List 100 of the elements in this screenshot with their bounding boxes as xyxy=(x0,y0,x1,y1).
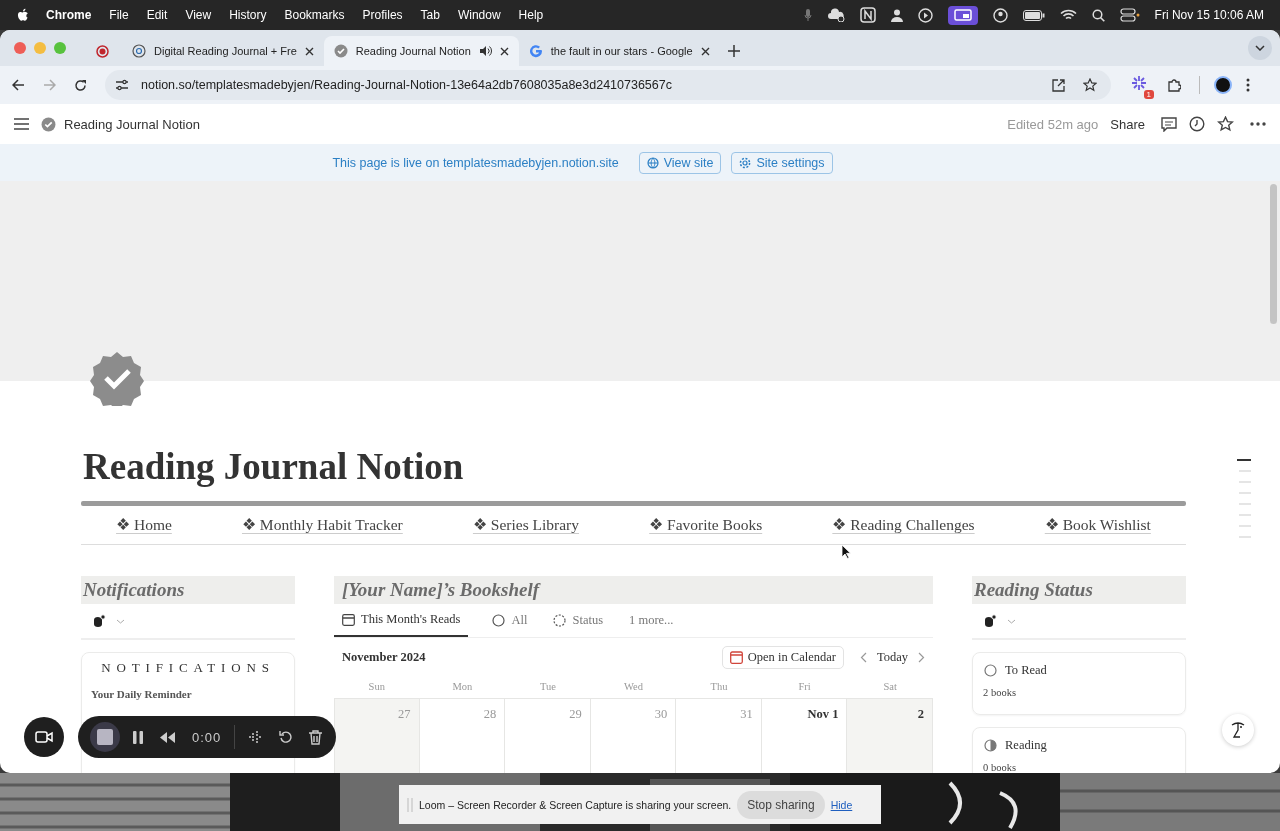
search-icon[interactable] xyxy=(1091,8,1105,22)
close-icon[interactable] xyxy=(499,46,509,56)
more-views-link[interactable]: 1 more... xyxy=(621,604,676,637)
menubar-clock[interactable]: Fri Nov 15 10:06 AM xyxy=(1154,8,1264,22)
profile-avatar[interactable] xyxy=(1214,76,1232,94)
notification-badge: 1 xyxy=(1143,89,1154,99)
view-tab[interactable]: All xyxy=(484,604,530,637)
calendar-day-cell[interactable]: 2 xyxy=(847,698,933,773)
site-info-icon[interactable] xyxy=(115,79,129,91)
scrollbar-thumb[interactable] xyxy=(1270,184,1277,324)
dashed-circle-icon xyxy=(553,614,567,627)
record-icon xyxy=(96,44,109,58)
burst-icon[interactable] xyxy=(1131,74,1147,91)
menu-item[interactable]: View xyxy=(185,8,212,22)
more-icon[interactable] xyxy=(1246,78,1250,92)
app-menu[interactable]: Chrome xyxy=(46,8,92,22)
banner-button[interactable]: Site settings xyxy=(731,151,833,174)
scribble-icon xyxy=(1230,721,1246,739)
page-link[interactable]: ❖ Book Wishlist xyxy=(1044,516,1151,534)
status-card[interactable]: To Read 2 books xyxy=(972,652,1186,715)
blob-icon[interactable] xyxy=(92,614,106,628)
check-badge-icon xyxy=(333,44,348,58)
control-center-icon[interactable] xyxy=(1119,8,1140,22)
menu-item[interactable]: Help xyxy=(518,8,544,22)
clock-icon[interactable] xyxy=(1189,116,1205,132)
battery-icon[interactable] xyxy=(1022,9,1045,21)
blob-icon[interactable] xyxy=(983,614,997,628)
cloud-icon[interactable] xyxy=(826,8,845,22)
view-tab[interactable]: Status xyxy=(545,604,606,637)
stop-sharing-button[interactable]: Stop sharing xyxy=(737,790,825,819)
open-in-calendar-button[interactable]: Open in Calendar xyxy=(721,645,844,669)
rewind-icon[interactable] xyxy=(160,731,175,743)
menu-item[interactable]: Profiles xyxy=(362,8,403,22)
window-controls-drawing[interactable] xyxy=(14,42,66,54)
cursor-icon xyxy=(841,544,851,559)
page-link[interactable]: ❖ Reading Challenges xyxy=(832,516,975,534)
play-icon[interactable] xyxy=(917,7,933,23)
browser-tab[interactable]: the fault in our stars - Google xyxy=(518,36,720,66)
globe-icon xyxy=(646,156,659,169)
more-icon[interactable] xyxy=(1250,122,1266,126)
menu-icon[interactable] xyxy=(14,118,29,130)
address-bar[interactable]: notion.so/templatesmadebyjen/Reading-Journal-Notion-13e64a2db7608035a8e3d2410736567c xyxy=(105,70,1111,100)
puzzle-icon[interactable] xyxy=(1167,78,1181,92)
stop-recording-button[interactable] xyxy=(90,722,120,752)
star-icon[interactable] xyxy=(1083,78,1097,92)
weekday-label: Sat xyxy=(882,680,898,694)
dot-grid-icon[interactable] xyxy=(248,730,263,744)
chevron-left-icon[interactable] xyxy=(859,651,867,663)
page-link[interactable]: ❖ Favorite Books xyxy=(649,516,763,534)
open-external-icon[interactable] xyxy=(1052,78,1065,92)
star-icon[interactable] xyxy=(1217,116,1234,132)
wifi-icon[interactable] xyxy=(1059,9,1077,21)
close-icon[interactable] xyxy=(304,46,314,56)
check-badge-icon xyxy=(41,116,56,132)
day-number: 28 xyxy=(483,707,497,721)
hide-link[interactable]: Hide xyxy=(830,798,853,811)
chevron-right-icon[interactable] xyxy=(918,651,925,663)
menu-item[interactable]: Edit xyxy=(146,8,168,22)
back-icon[interactable] xyxy=(12,79,25,91)
calendar-icon xyxy=(729,650,743,664)
speaker-icon[interactable] xyxy=(478,45,492,57)
trash-icon[interactable] xyxy=(309,729,323,745)
page-link[interactable]: ❖ Series Library xyxy=(472,516,580,534)
comment-icon[interactable] xyxy=(1161,116,1177,132)
new-tab-icon[interactable] xyxy=(727,45,740,57)
browser-tab[interactable]: Reading Journal Notion xyxy=(323,36,519,66)
share-button[interactable]: Share xyxy=(1110,116,1145,132)
browser-tab[interactable]: Digital Reading Journal + Fre xyxy=(122,36,324,66)
restart-icon[interactable] xyxy=(279,730,293,744)
user-circle-icon[interactable] xyxy=(992,7,1008,23)
status-name: To Read xyxy=(1005,663,1047,678)
screen-share-icon[interactable] xyxy=(947,5,978,25)
recording-timer: 0:00 xyxy=(192,729,222,745)
app-square-icon[interactable] xyxy=(859,7,876,23)
menu-item[interactable]: Tab xyxy=(420,8,440,22)
day-number: 27 xyxy=(398,707,411,721)
page-link[interactable]: ❖ Home xyxy=(116,516,172,534)
close-icon[interactable] xyxy=(700,46,710,56)
weekday-label: Mon xyxy=(451,680,474,694)
apple-logo-icon[interactable] xyxy=(17,7,30,23)
microphone-icon[interactable] xyxy=(803,8,812,22)
banner-button[interactable]: View site xyxy=(638,151,722,174)
help-button[interactable] xyxy=(1222,714,1254,746)
page-link[interactable]: ❖ Monthly Habit Tracker xyxy=(241,516,403,534)
breadcrumb[interactable]: Reading Journal Notion xyxy=(64,116,200,132)
today-button[interactable]: Today xyxy=(876,649,908,665)
day-number: Nov 1 xyxy=(807,707,839,721)
pause-icon[interactable] xyxy=(133,730,143,744)
weekday-label: Sun xyxy=(367,680,386,694)
person-icon[interactable] xyxy=(890,8,903,22)
reload-icon[interactable] xyxy=(74,78,87,92)
tab-search-button[interactable] xyxy=(1248,36,1272,60)
menu-item[interactable]: File xyxy=(109,8,129,22)
drag-handle-icon[interactable] xyxy=(407,797,413,812)
menu-item[interactable]: History xyxy=(229,8,267,22)
url-text[interactable]: notion.so/templatesmadebyjen/Reading-Journal-Notion-13e64a2db7608035a8e3d2410736567c xyxy=(141,78,672,92)
weekday-label: Fri xyxy=(797,680,812,694)
view-tab[interactable]: This Month's Reads xyxy=(334,604,469,637)
menu-item[interactable]: Window xyxy=(457,8,501,22)
menu-item[interactable]: Bookmarks xyxy=(284,8,345,22)
